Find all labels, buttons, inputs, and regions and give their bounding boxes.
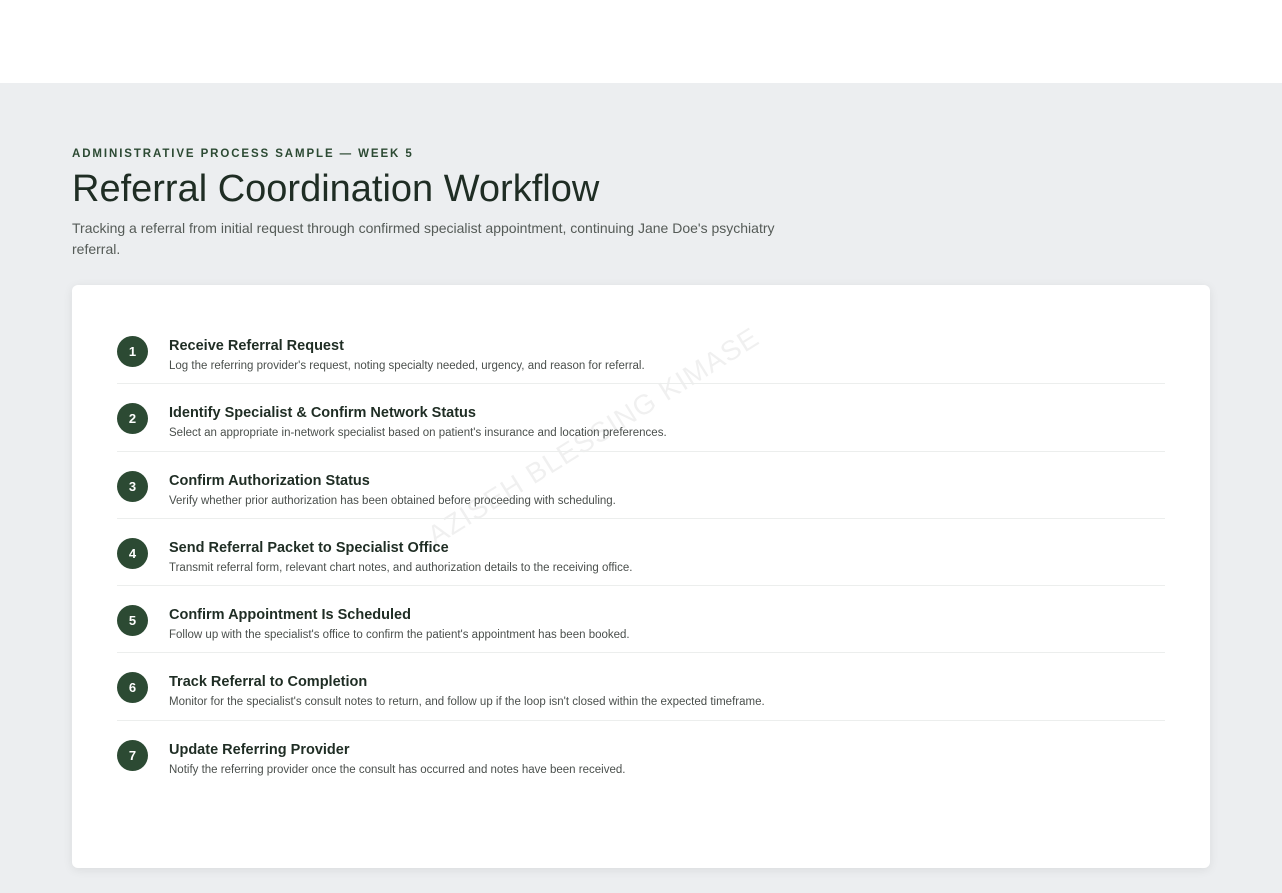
workflow-step: 2 Identify Specialist & Confirm Network … xyxy=(117,384,1165,452)
step-number-badge: 4 xyxy=(117,537,148,569)
workflow-step: 1 Receive Referral Request Log the refer… xyxy=(117,317,1165,385)
step-body: Update Referring Provider Notify the ref… xyxy=(169,739,625,778)
top-bar xyxy=(0,0,1282,83)
step-description: Transmit referral form, relevant chart n… xyxy=(169,561,633,574)
step-number-badge: 2 xyxy=(117,403,148,435)
step-title: Track Referral to Completion xyxy=(169,674,368,691)
step-title: Update Referring Provider xyxy=(169,741,350,758)
workflow-steps: 1 Receive Referral Request Log the refer… xyxy=(117,317,1165,788)
step-body: Confirm Appointment Is Scheduled Follow … xyxy=(169,604,630,643)
workflow-step: 7 Update Referring Provider Notify the r… xyxy=(117,721,1165,788)
step-title: Confirm Authorization Status xyxy=(169,472,370,489)
step-title: Confirm Appointment Is Scheduled xyxy=(169,607,411,624)
workflow-step: 6 Track Referral to Completion Monitor f… xyxy=(117,653,1165,721)
step-number-badge: 6 xyxy=(117,672,148,704)
workflow-step: 4 Send Referral Packet to Specialist Off… xyxy=(117,519,1165,587)
step-number-badge: 5 xyxy=(117,605,148,637)
page-title: Referral Coordination Workflow xyxy=(72,168,600,210)
step-number-badge: 1 xyxy=(117,336,148,367)
step-description: Log the referring provider's request, no… xyxy=(169,360,645,372)
step-description: Select an appropriate in-network special… xyxy=(169,427,667,440)
step-body: Track Referral to Completion Monitor for… xyxy=(169,671,765,710)
eyebrow-label: ADMINISTRATIVE PROCESS SAMPLE — WEEK 5 xyxy=(72,148,414,160)
step-number-badge: 7 xyxy=(117,739,148,771)
step-body: Receive Referral Request Log the referri… xyxy=(169,335,645,374)
workflow-step: 3 Confirm Authorization Status Verify wh… xyxy=(117,452,1165,519)
step-description: Notify the referring provider once the c… xyxy=(169,763,626,776)
step-number-badge: 3 xyxy=(117,470,148,502)
step-title: Receive Referral Request xyxy=(169,338,344,354)
step-description: Follow up with the specialist's office t… xyxy=(169,629,630,642)
step-title: Send Referral Packet to Specialist Offic… xyxy=(169,539,449,556)
step-description: Monitor for the specialist's consult not… xyxy=(169,696,765,709)
step-body: Confirm Authorization Status Verify whet… xyxy=(169,470,616,509)
step-body: Identify Specialist & Confirm Network St… xyxy=(169,402,667,441)
step-description: Verify whether prior authorization has b… xyxy=(169,494,616,507)
workflow-step: 5 Confirm Appointment Is Scheduled Follo… xyxy=(117,586,1165,654)
page-subtitle: Tracking a referral from initial request… xyxy=(72,220,775,257)
workflow-card: AZISEH BLESSING KIMASE 1 Receive Referra… xyxy=(72,285,1210,868)
step-body: Send Referral Packet to Specialist Offic… xyxy=(169,537,632,576)
step-title: Identify Specialist & Confirm Network St… xyxy=(169,405,476,422)
page-header: ADMINISTRATIVE PROCESS SAMPLE — WEEK 5 R… xyxy=(72,146,792,260)
